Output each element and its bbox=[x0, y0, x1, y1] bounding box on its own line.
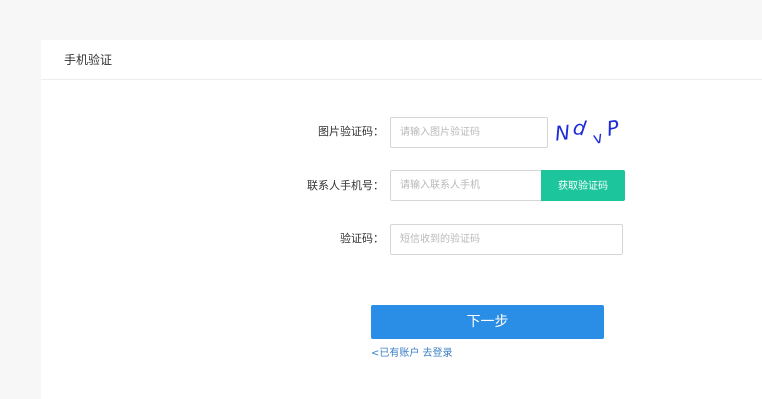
svg-text:v: v bbox=[591, 127, 605, 148]
next-step-button[interactable]: 下一步 bbox=[371, 305, 604, 339]
captcha-label: 图片验证码： bbox=[318, 125, 384, 138]
svg-text:P: P bbox=[605, 115, 622, 141]
panel-header: 手机验证 bbox=[41, 40, 762, 80]
sms-code-input[interactable] bbox=[390, 224, 623, 255]
get-sms-code-button[interactable]: 获取验证码 bbox=[541, 170, 625, 201]
svg-text:d: d bbox=[572, 115, 588, 141]
sms-code-label: 验证码： bbox=[340, 232, 384, 245]
phone-verification-panel: 手机验证 图片验证码： N d v P 联系人手机号： 获取验证码 验证码： 下… bbox=[41, 40, 762, 399]
go-to-login-link[interactable]: <已有账户 去登录 bbox=[371, 347, 453, 361]
svg-text:N: N bbox=[554, 120, 571, 145]
phone-label: 联系人手机号： bbox=[307, 179, 384, 192]
captcha-input[interactable] bbox=[390, 117, 548, 148]
captcha-image[interactable]: N d v P bbox=[551, 111, 631, 151]
panel-title: 手机验证 bbox=[64, 53, 113, 67]
phone-input[interactable] bbox=[390, 170, 542, 201]
